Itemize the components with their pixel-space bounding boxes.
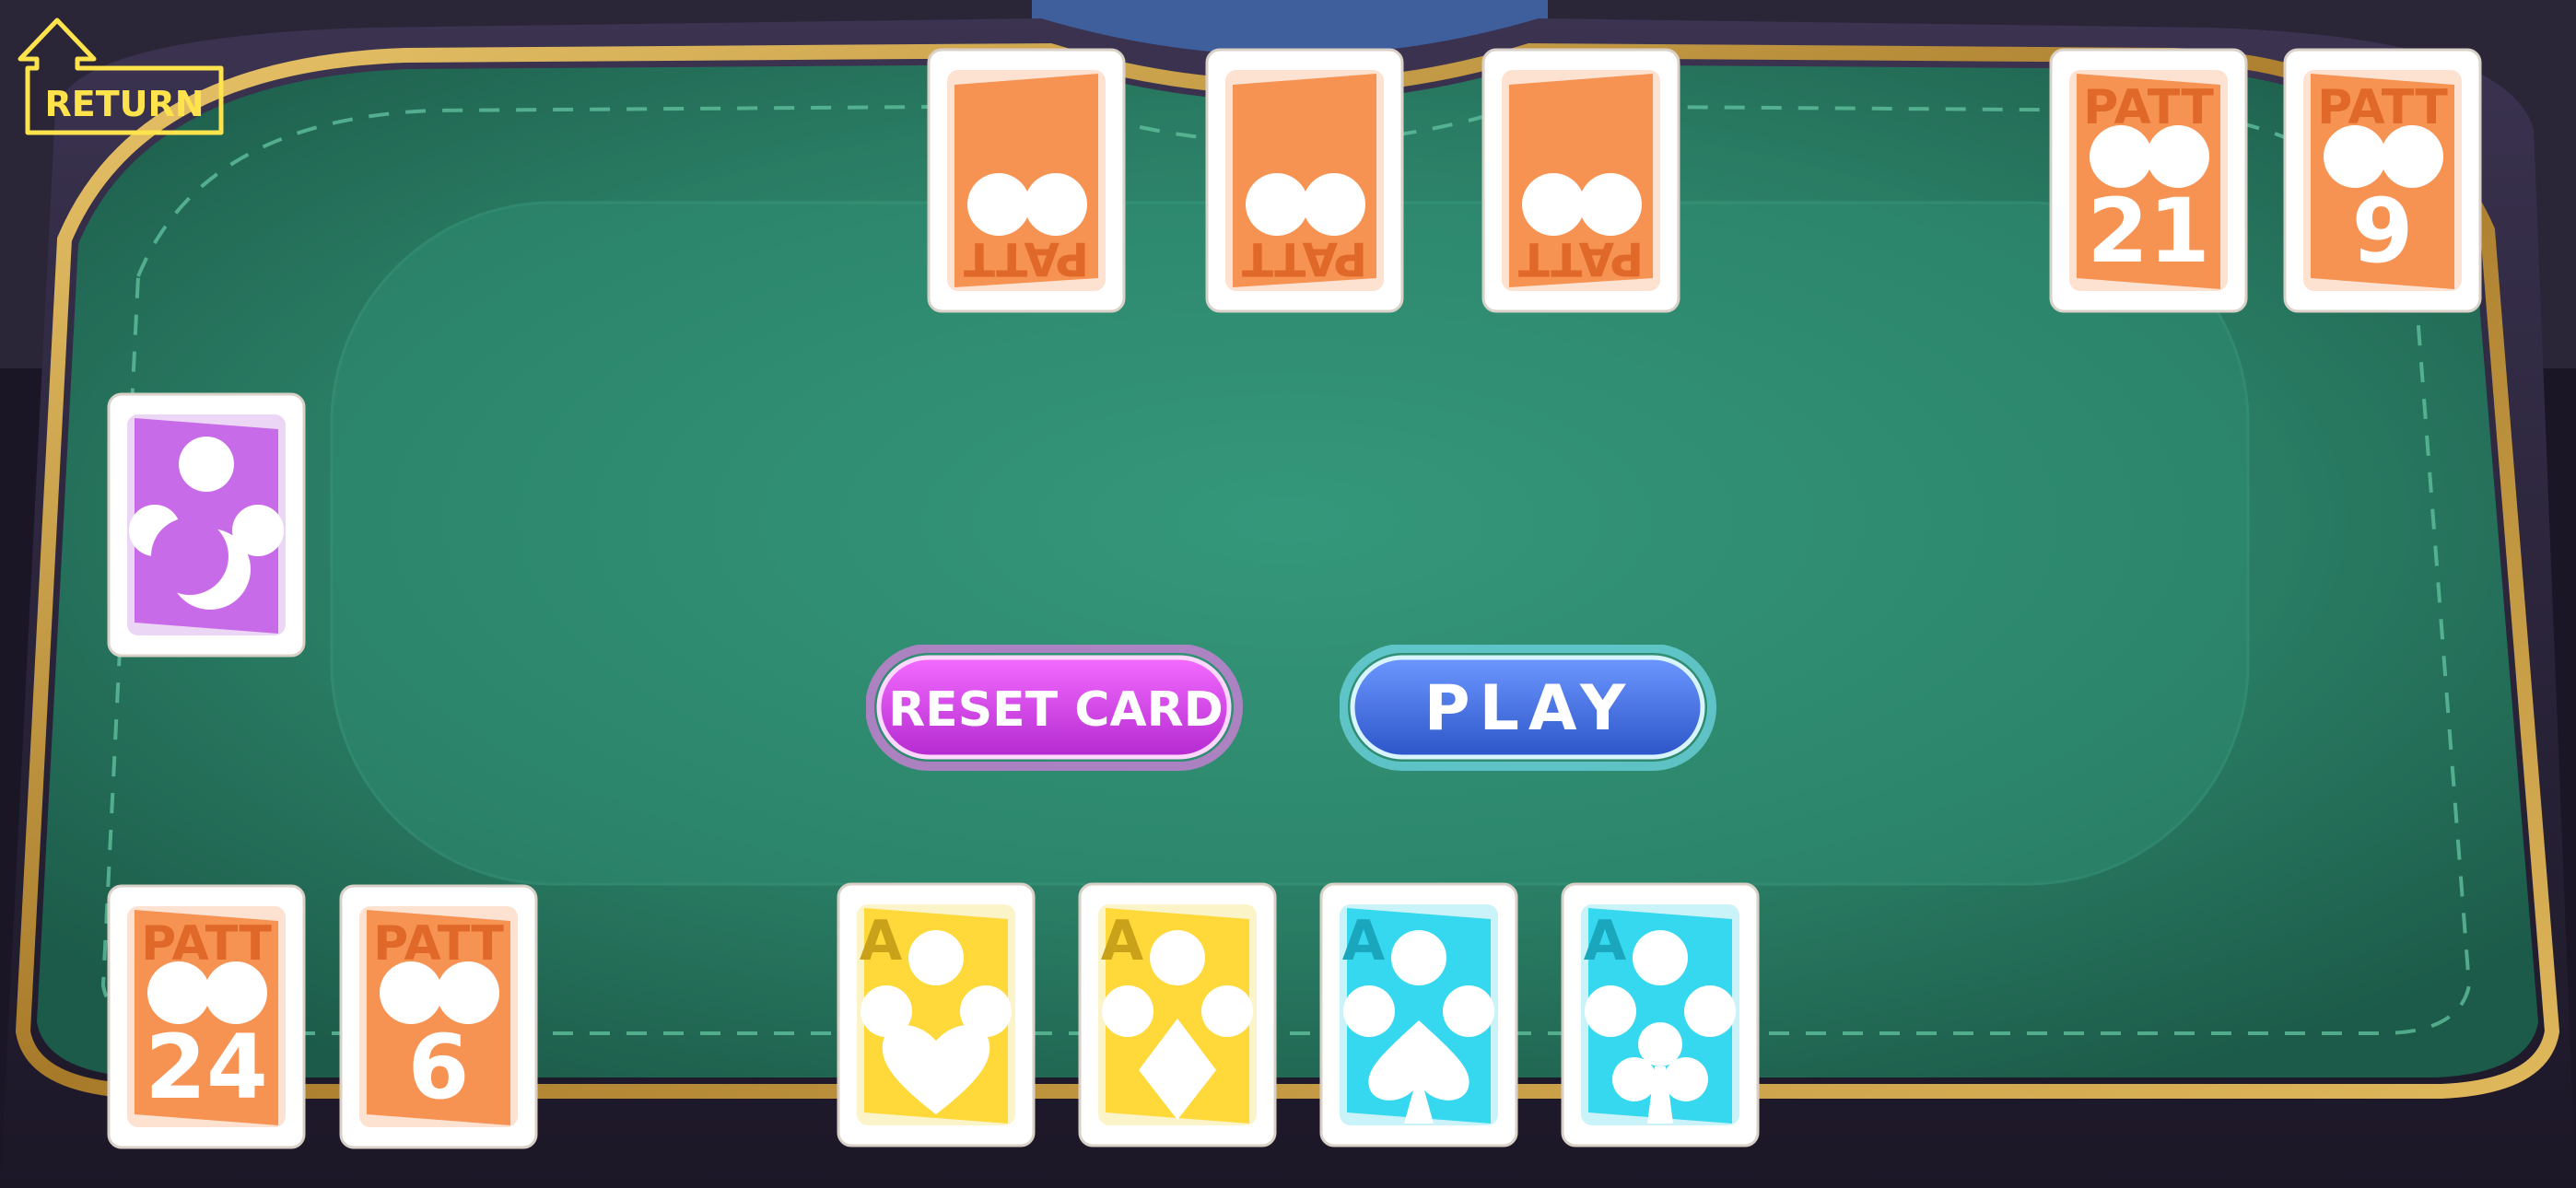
card-rank: A <box>860 909 903 973</box>
purple-moon-card[interactable] <box>107 392 306 658</box>
card-number: 24 <box>145 1016 268 1119</box>
reset-card-label: RESET CARD <box>888 682 1224 738</box>
hand-card-ace-clubs[interactable]: A <box>1561 882 1760 1147</box>
opponent-card-3: PATT <box>1481 48 1680 313</box>
card-number: 9 <box>2352 180 2414 283</box>
reset-card-button[interactable]: RESET CARD <box>866 645 1246 774</box>
card-brand: PATT <box>964 232 1089 285</box>
card-brand: PATT <box>1242 232 1367 285</box>
card-number: 21 <box>2087 180 2210 283</box>
patt-card-24[interactable]: PATT 24 <box>107 884 306 1149</box>
card-brand: PATT <box>1518 232 1644 285</box>
card-rank: A <box>1101 909 1144 973</box>
return-label: RETURN <box>44 84 204 124</box>
opponent-card-2: PATT <box>1205 48 1404 313</box>
card-number: 6 <box>408 1016 470 1119</box>
opponent-card-1: PATT <box>927 48 1126 313</box>
return-button[interactable]: RETURN <box>13 13 225 140</box>
card-brand: PATT <box>373 916 504 972</box>
patt-card-9[interactable]: PATT 9 <box>2283 48 2482 313</box>
hand-card-ace-spades[interactable]: A <box>1319 882 1518 1147</box>
play-label: PLAY <box>1424 672 1635 745</box>
patt-card-6[interactable]: PATT 6 <box>339 884 538 1149</box>
play-button[interactable]: PLAY <box>1340 645 1719 774</box>
card-brand: PATT <box>2317 80 2448 135</box>
card-brand: PATT <box>141 916 272 972</box>
card-rank: A <box>1584 909 1627 973</box>
card-rank: A <box>1342 909 1386 973</box>
card-brand: PATT <box>2083 80 2214 135</box>
hand-card-ace-diamonds[interactable]: A <box>1078 882 1277 1147</box>
patt-card-21[interactable]: PATT 21 <box>2049 48 2248 313</box>
hand-card-ace-hearts[interactable]: A <box>837 882 1036 1147</box>
